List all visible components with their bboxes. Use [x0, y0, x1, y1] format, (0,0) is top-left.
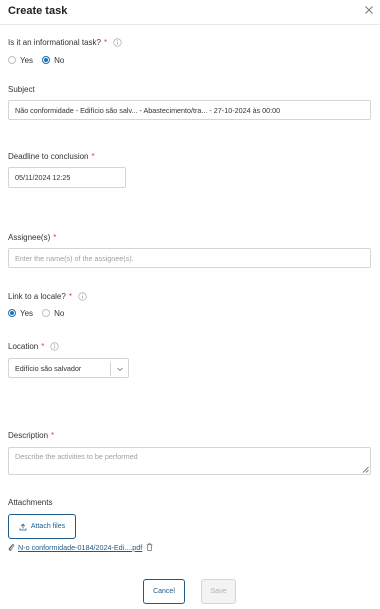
assignees-placeholder: Enter the name(s) of the assignee(s). [15, 253, 134, 263]
attachment-item: N-o conformidade-0184/2024-Edi....pdf [8, 542, 153, 552]
dialog-header: Create task [0, 0, 380, 25]
assignees-label: Assignee(s) * [8, 233, 56, 242]
subject-value: Não conformidade - Edifício são salv... … [15, 105, 281, 115]
cancel-label: Cancel [153, 588, 175, 595]
cancel-button[interactable]: Cancel [143, 579, 185, 604]
close-icon[interactable] [363, 4, 375, 16]
assignees-input[interactable]: Enter the name(s) of the assignee(s). [8, 248, 371, 268]
locale-label-text: Link to a locale? [8, 292, 66, 301]
deadline-label-text: Deadline to conclusion [8, 152, 89, 161]
radio-label-yes: Yes [20, 308, 34, 318]
description-label: Description * [8, 431, 54, 440]
location-label: Location * [8, 342, 60, 351]
required-mark: * [103, 38, 108, 47]
locale-label: Link to a locale? * [8, 292, 87, 301]
save-label: Save [210, 588, 227, 595]
informational-label-text: Is it an informational task? [8, 38, 101, 47]
subject-label-text: Subject [8, 85, 35, 94]
description-label-text: Description [8, 431, 49, 440]
trash-icon[interactable] [146, 543, 153, 551]
resize-handle-icon[interactable] [362, 466, 369, 473]
description-placeholder: Describe the activities to be performed [15, 452, 138, 461]
informational-radio-group: Yes No [8, 55, 73, 65]
radio-informational-yes[interactable] [8, 56, 16, 64]
attach-files-button[interactable]: Attach files [8, 514, 76, 539]
save-button[interactable]: Save [201, 579, 236, 604]
select-divider [110, 362, 111, 376]
radio-informational-no[interactable] [42, 56, 51, 64]
radio-label-no: No [54, 55, 65, 65]
paperclip-icon [8, 543, 15, 551]
radio-locale-no[interactable] [42, 309, 51, 317]
deadline-value: 05/11/2024 12:25 [15, 173, 71, 182]
dialog-title: Create task [8, 5, 68, 17]
chevron-down-icon[interactable] [116, 365, 124, 373]
location-label-text: Location [8, 342, 39, 351]
attachments-label: Attachments [8, 498, 52, 507]
required-mark: * [53, 233, 57, 242]
description-textarea[interactable]: Describe the activities to be performed [8, 447, 371, 475]
info-icon [50, 342, 60, 351]
upload-icon [19, 523, 27, 530]
required-mark: * [41, 342, 45, 351]
radio-locale-yes[interactable] [8, 309, 16, 317]
locale-radio-group: Yes No [8, 308, 73, 318]
required-mark: * [91, 152, 95, 161]
radio-label-yes: Yes [20, 55, 34, 65]
informational-label: Is it an informational task? * [8, 38, 122, 47]
attachments-label-text: Attachments [8, 498, 53, 507]
location-value: Edifício são salvador [15, 363, 82, 373]
attachment-file-link[interactable]: N-o conformidade-0184/2024-Edi....pdf [18, 543, 142, 552]
location-select[interactable]: Edifício são salvador [8, 358, 129, 378]
radio-label-no: No [54, 308, 65, 318]
info-icon [113, 38, 122, 47]
subject-label: Subject [8, 85, 35, 94]
create-task-dialog: Create task Is it an informational task?… [0, 0, 380, 609]
required-mark: * [68, 292, 72, 301]
attach-files-label: Attach files [30, 523, 66, 530]
info-icon [78, 292, 87, 301]
assignees-label-text: Assignee(s) [8, 233, 51, 242]
required-mark: * [51, 431, 55, 440]
subject-field[interactable]: Não conformidade - Edifício são salv... … [8, 100, 371, 120]
deadline-field[interactable]: 05/11/2024 12:25 [8, 167, 126, 188]
deadline-label: Deadline to conclusion * [8, 152, 95, 161]
